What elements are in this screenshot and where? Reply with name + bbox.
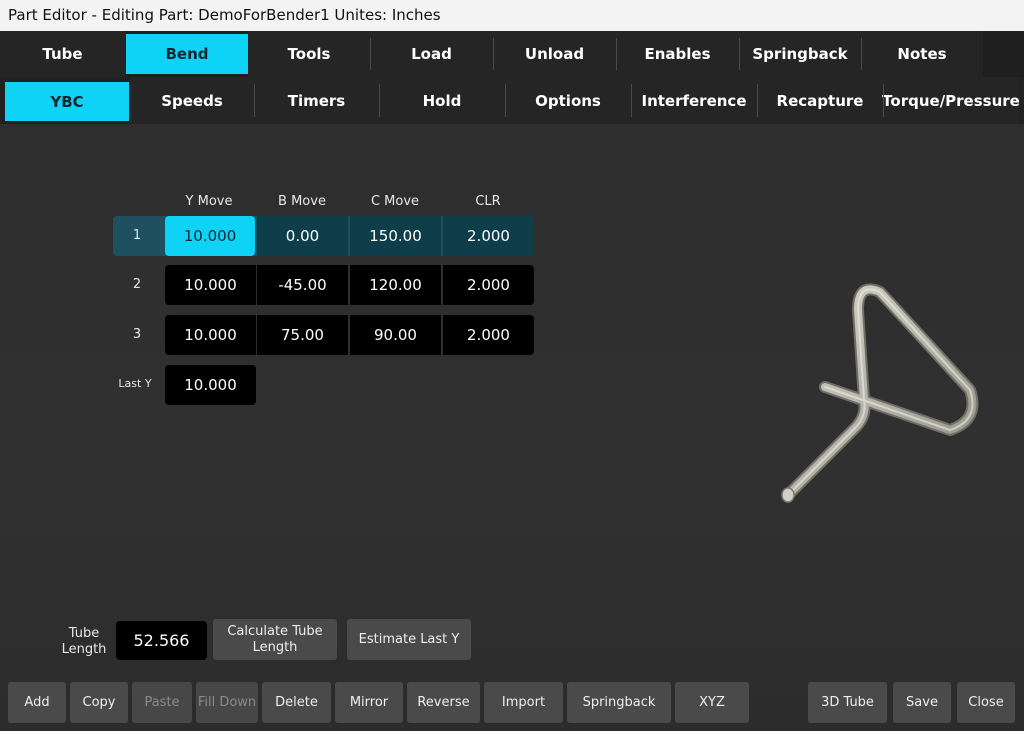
xyz-button[interactable]: XYZ [675,682,749,723]
tab-torque-pressure[interactable]: Torque/Pressure [882,77,1020,124]
cell-r3-c[interactable]: 90.00 [350,315,441,355]
tab-ybc[interactable]: YBC [5,82,129,121]
tab-options[interactable]: Options [505,77,631,124]
tab-recapture[interactable]: Recapture [757,77,883,124]
cell-r2-b[interactable]: -45.00 [257,265,348,305]
springback-button[interactable]: Springback [567,682,671,723]
cell-r2-clr[interactable]: 2.000 [443,265,534,305]
window-title: Part Editor - Editing Part: DemoForBende… [0,0,1024,31]
tab-speeds[interactable]: Speeds [130,77,254,124]
cell-r3-clr[interactable]: 2.000 [443,315,534,355]
cell-r3-b[interactable]: 75.00 [257,315,348,355]
row-label-1[interactable]: 1 [112,228,162,243]
tube-length-field[interactable]: 52.566 [116,621,207,660]
delete-button[interactable]: Delete [262,682,331,723]
row-label-2[interactable]: 2 [112,277,162,292]
estimate-last-y-button[interactable]: Estimate Last Y [347,619,471,660]
add-button[interactable]: Add [8,682,66,723]
import-button[interactable]: Import [484,682,563,723]
tube-length-label-line2: Length [61,642,107,657]
last-y-field[interactable]: 10.000 [165,365,256,405]
copy-button[interactable]: Copy [70,682,128,723]
calculate-tube-length-button[interactable]: Calculate Tube Length [213,619,337,660]
tab-unload[interactable]: Unload [493,31,616,77]
tab-notes[interactable]: Notes [861,31,983,77]
sub-tab-bar: YBC Speeds Timers Hold Options Interfere… [0,77,1024,124]
tube-length-label-line1: Tube [68,626,100,641]
close-button[interactable]: Close [957,682,1015,723]
calc-button-line2: Length [252,639,298,655]
tab-tube[interactable]: Tube [0,31,125,77]
tab-timers[interactable]: Timers [254,77,379,124]
paste-button[interactable]: Paste [132,682,192,723]
bent-tube-3d-icon [781,283,979,503]
tube-length-label: Tube Length [56,626,112,658]
cell-r1-clr[interactable]: 2.000 [443,216,534,256]
cell-r3-y[interactable]: 10.000 [165,315,256,355]
cell-r2-y[interactable]: 10.000 [165,265,256,305]
tab-enables[interactable]: Enables [616,31,739,77]
mirror-button[interactable]: Mirror [335,682,403,723]
main-tab-bar: Tube Bend Tools Load Unload Enables Spri… [0,31,1024,77]
save-button[interactable]: Save [893,682,951,723]
tab-load[interactable]: Load [370,31,493,77]
tab-bend[interactable]: Bend [126,34,248,74]
reverse-button[interactable]: Reverse [407,682,480,723]
3d-tube-button[interactable]: 3D Tube [808,682,887,723]
tab-interference[interactable]: Interference [631,77,757,124]
cell-r1-b[interactable]: 0.00 [257,216,348,256]
row-label-3[interactable]: 3 [112,327,162,342]
last-y-label: Last Y [118,377,152,390]
header-clr: CLR [475,194,501,209]
tab-springback[interactable]: Springback [739,31,861,77]
fill-down-button[interactable]: Fill Down [196,682,258,723]
tab-tools[interactable]: Tools [248,31,370,77]
header-c-move: C Move [370,194,420,209]
tab-hold[interactable]: Hold [379,77,505,124]
cell-r2-c[interactable]: 120.00 [350,265,441,305]
cell-r1-y[interactable]: 10.000 [165,216,255,256]
calc-button-line1: Calculate Tube [227,623,323,639]
cell-r1-c[interactable]: 150.00 [350,216,441,256]
header-b-move: B Move [278,194,326,209]
header-y-move: Y Move [185,194,233,209]
